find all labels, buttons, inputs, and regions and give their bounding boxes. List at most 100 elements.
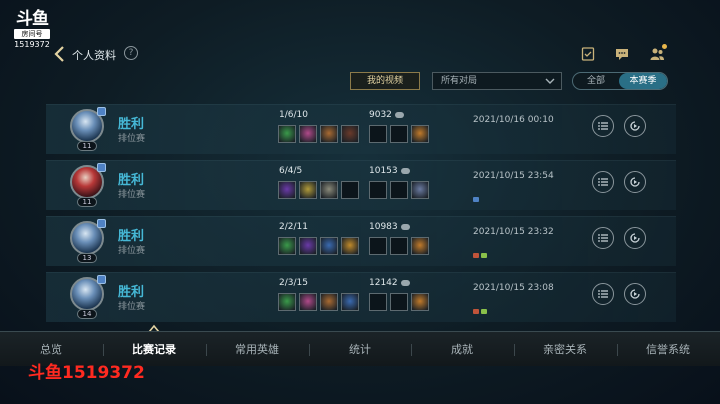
match-row[interactable]: 11 胜利 排位赛 1/6/10 9032 2021/10/16 00:10 xyxy=(46,104,676,154)
empty-item-slot xyxy=(369,293,387,311)
gold-icon xyxy=(394,111,404,118)
match-tag-icon xyxy=(473,309,479,314)
list-icon xyxy=(598,290,608,298)
replay-icon xyxy=(630,289,640,299)
equipment-item-icon xyxy=(278,293,296,311)
match-date: 2021/10/15 23:08 xyxy=(473,283,554,293)
season-segment: 全部 本赛季 xyxy=(572,72,668,90)
message-icon[interactable] xyxy=(614,46,630,62)
equipment-item-icon xyxy=(411,181,429,199)
match-detail-button[interactable] xyxy=(592,115,614,137)
match-row[interactable]: 13 胜利 排位赛 2/2/11 10983 2021/10/15 23:32 xyxy=(46,216,676,266)
match-detail-button[interactable] xyxy=(592,227,614,249)
match-result: 胜利 xyxy=(118,229,145,244)
my-videos-button[interactable]: 我的视频 xyxy=(350,72,420,90)
match-result: 胜利 xyxy=(118,173,145,188)
hero-level: 11 xyxy=(77,141,97,151)
empty-item-slot xyxy=(369,125,387,143)
empty-item-slot xyxy=(341,181,359,199)
match-mode: 排位赛 xyxy=(118,246,146,256)
kda-text: 6/4/5 xyxy=(279,166,303,176)
empty-item-slot xyxy=(390,181,408,199)
match-tag-icon xyxy=(473,253,479,258)
match-row[interactable]: 11 胜利排位赛 6/4/5 10153 2021/10/15 23:54 xyxy=(46,160,676,210)
gold-value: 10983 xyxy=(369,222,398,232)
checklist-icon[interactable] xyxy=(580,46,596,62)
equipment-item-icon xyxy=(320,181,338,199)
rank-badge-icon xyxy=(97,275,106,284)
match-mode: 排位赛 xyxy=(118,134,146,144)
gold-icon xyxy=(400,167,410,174)
empty-item-slot xyxy=(369,237,387,255)
equipment-item-icon xyxy=(411,293,429,311)
help-icon[interactable]: ? xyxy=(124,46,138,60)
match-replay-button[interactable] xyxy=(624,283,646,305)
rank-badge-icon xyxy=(97,163,106,172)
empty-item-slot xyxy=(390,293,408,311)
hero-level: 11 xyxy=(77,197,97,207)
back-button[interactable] xyxy=(54,46,66,62)
empty-item-slot xyxy=(390,125,408,143)
friends-icon[interactable] xyxy=(649,44,667,62)
match-row[interactable]: 14 胜利 排位赛 2/3/15 12142 2021/10/15 23:08 xyxy=(46,272,676,322)
match-mode: 排位赛 xyxy=(118,190,146,200)
nav-statistics[interactable]: 统计 xyxy=(310,332,410,367)
gold-amount: 12142 xyxy=(369,278,410,288)
nav-achievements[interactable]: 成就 xyxy=(412,332,512,367)
room-label: 房间号 xyxy=(14,29,50,39)
equipment-item-icon xyxy=(299,125,317,143)
match-detail-button[interactable] xyxy=(592,283,614,305)
gold-value: 9032 xyxy=(369,110,392,120)
match-replay-button[interactable] xyxy=(624,171,646,193)
hero-level: 14 xyxy=(77,309,97,319)
douyu-watermark: 斗鱼 房间号 1519372 xyxy=(12,10,52,49)
stream-watermark-text: 斗鱼1519372 xyxy=(28,363,145,383)
segment-this-season[interactable]: 本赛季 xyxy=(619,73,667,89)
gold-value: 10153 xyxy=(369,166,398,176)
nav-relationships[interactable]: 亲密关系 xyxy=(515,332,615,367)
equipment-item-icon xyxy=(278,125,296,143)
equipment-item-icon xyxy=(320,125,338,143)
match-date: 2021/10/15 23:32 xyxy=(473,227,554,237)
segment-all[interactable]: 全部 xyxy=(573,73,619,89)
match-tag-icon xyxy=(473,197,479,202)
nav-credit-system[interactable]: 信誉系统 xyxy=(618,332,718,367)
notification-dot xyxy=(662,44,667,49)
equipment-item-icon xyxy=(341,293,359,311)
match-mode: 排位赛 xyxy=(118,302,146,312)
gold-amount: 10153 xyxy=(369,166,410,176)
room-id: 1519372 xyxy=(14,40,50,49)
match-result: 胜利 xyxy=(118,117,145,132)
chevron-left-icon xyxy=(54,46,64,62)
equipment-item-icon xyxy=(320,293,338,311)
list-icon xyxy=(598,178,608,186)
replay-icon xyxy=(630,233,640,243)
match-replay-button[interactable] xyxy=(624,115,646,137)
rank-badge-icon xyxy=(97,219,106,228)
equipment-item-icon xyxy=(411,237,429,255)
match-replay-button[interactable] xyxy=(624,227,646,249)
match-detail-button[interactable] xyxy=(592,171,614,193)
nav-common-heroes[interactable]: 常用英雄 xyxy=(207,332,307,367)
equipment-item-icon xyxy=(278,237,296,255)
equipment-item-icon xyxy=(299,293,317,311)
gold-amount: 10983 xyxy=(369,222,410,232)
equipment-item-icon xyxy=(341,237,359,255)
match-tag-icon xyxy=(481,309,487,314)
list-icon xyxy=(598,234,608,242)
empty-item-slot xyxy=(369,181,387,199)
app: 斗鱼 房间号 1519372 个人资料 ? 我的视频 所有对局 全部 本赛季 1… xyxy=(0,0,720,404)
chevron-down-icon xyxy=(545,78,555,84)
equipment-item-icon xyxy=(278,181,296,199)
match-type-value: 所有对局 xyxy=(441,76,478,86)
match-result: 胜利 xyxy=(118,285,145,300)
page-title: 个人资料 xyxy=(72,49,116,62)
kda-text: 2/2/11 xyxy=(279,222,308,232)
kda-text: 1/6/10 xyxy=(279,110,308,120)
equipment-item-icon xyxy=(320,237,338,255)
match-type-select[interactable]: 所有对局 xyxy=(432,72,562,90)
match-date: 2021/10/15 23:54 xyxy=(473,171,554,181)
equipment-item-icon xyxy=(411,125,429,143)
match-tag-icons xyxy=(473,299,489,314)
douyu-logo: 斗鱼 xyxy=(16,9,49,29)
